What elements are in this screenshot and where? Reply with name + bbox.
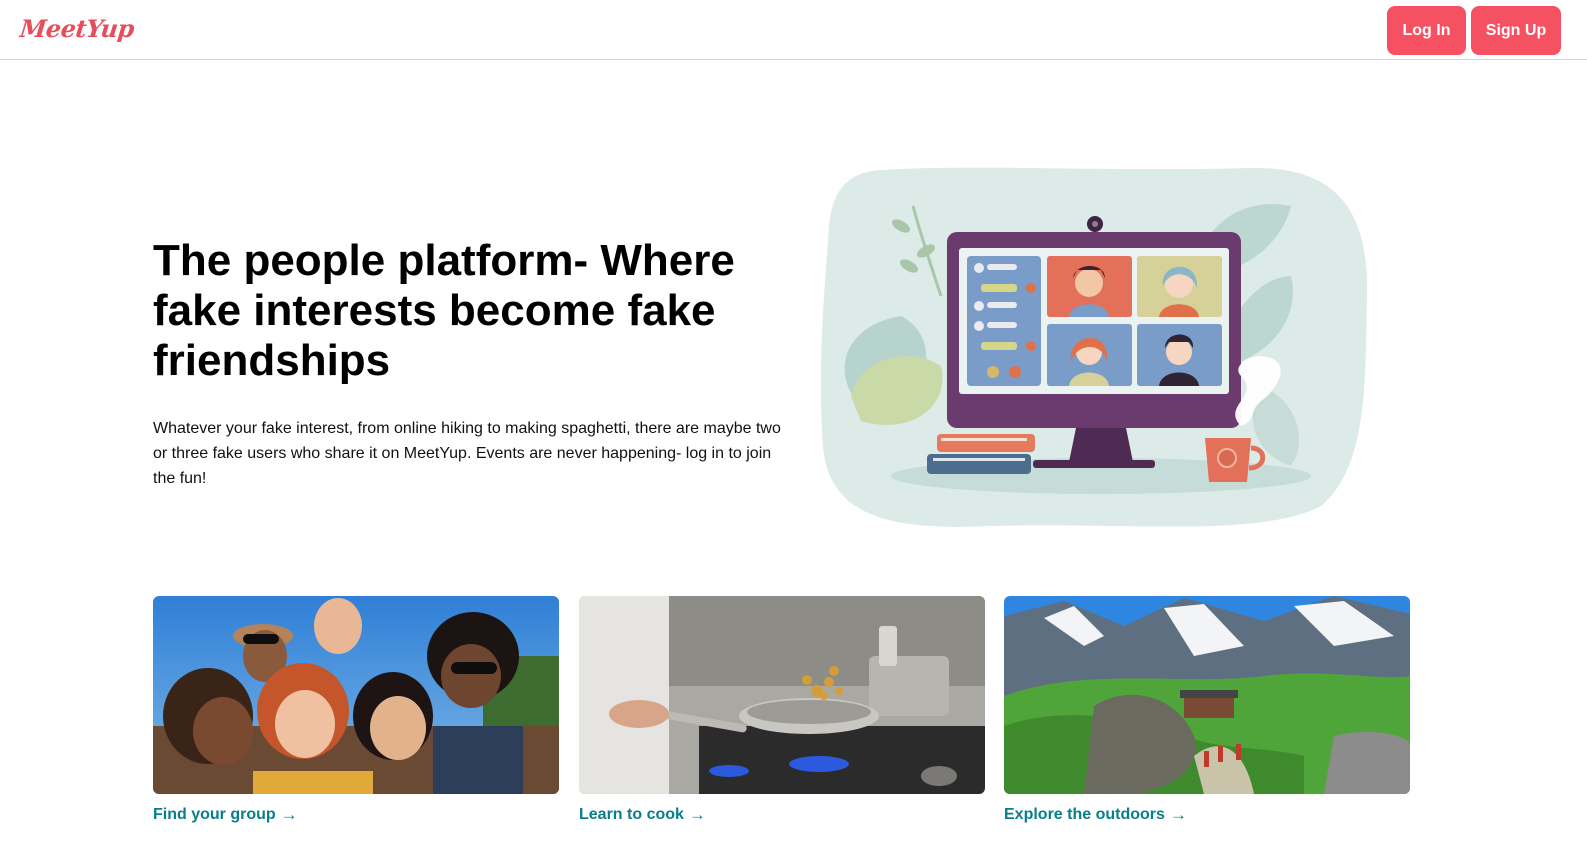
top-nav: MeetYup Log In Sign Up — [0, 0, 1587, 60]
video-call-illustration — [820, 166, 1368, 528]
login-button[interactable]: Log In — [1387, 6, 1466, 55]
mountains-photo[interactable] — [1004, 596, 1410, 794]
card-find-group[interactable]: Find your group → — [153, 596, 559, 825]
explore-outdoors-link[interactable]: Explore the outdoors → — [1004, 805, 1410, 825]
learn-cook-label: Learn to cook — [579, 806, 684, 823]
meetyup-logo[interactable]: MeetYup — [18, 14, 135, 43]
card-explore-outdoors[interactable]: Explore the outdoors → — [1004, 596, 1410, 825]
hero-description: Whatever your fake interest, from online… — [153, 420, 781, 487]
find-group-link[interactable]: Find your group → — [153, 805, 559, 825]
signup-button[interactable]: Sign Up — [1471, 6, 1561, 55]
learn-cook-link[interactable]: Learn to cook → — [579, 805, 985, 825]
group-photo[interactable] — [153, 596, 559, 794]
explore-outdoors-label: Explore the outdoors — [1004, 806, 1165, 823]
find-group-label: Find your group — [153, 806, 276, 823]
cooking-photo[interactable] — [579, 596, 985, 794]
card-learn-cook[interactable]: Learn to cook → — [579, 596, 985, 825]
arrow-right-icon: → — [280, 805, 298, 824]
arrow-right-icon: → — [1169, 805, 1187, 824]
arrow-right-icon: → — [688, 805, 706, 824]
hero-title: The people platform- Where fake interest… — [153, 236, 735, 385]
